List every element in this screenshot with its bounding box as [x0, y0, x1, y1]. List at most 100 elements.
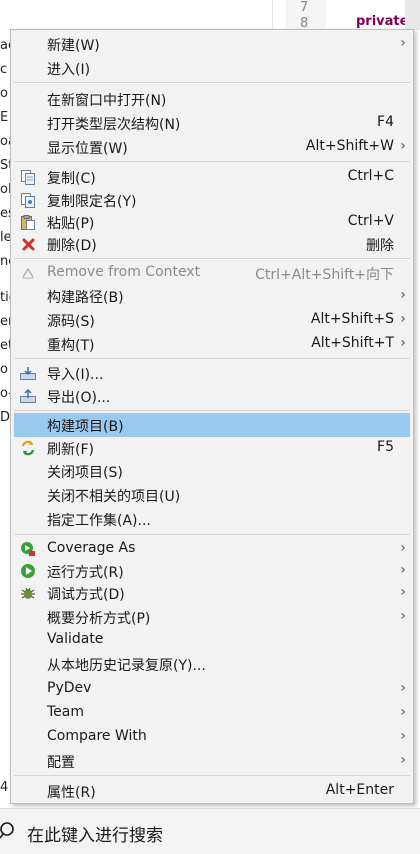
menu-item-label: Coverage As — [47, 540, 136, 556]
submenu-arrow-icon: › — [400, 562, 406, 578]
debug-icon — [20, 585, 36, 601]
submenu-arrow-icon: › — [400, 704, 406, 720]
submenu-arrow-icon: › — [400, 584, 406, 600]
menu-item-label: 属性(R) — [47, 785, 96, 801]
line-number: 7 — [300, 0, 309, 15]
paste-icon — [20, 214, 36, 230]
run-icon — [20, 563, 36, 579]
menu-item-label: 关闭项目(S) — [47, 465, 123, 481]
submenu-arrow-icon: › — [400, 311, 406, 327]
menu-item-go-into[interactable]: 进入(I) — [14, 56, 410, 80]
menu-item-team[interactable]: Team › — [14, 701, 410, 725]
menu-item-label: 指定工作集(A)... — [47, 513, 151, 529]
submenu-arrow-icon: › — [400, 608, 406, 624]
menu-item-label: 刷新(F) — [47, 442, 94, 458]
menu-item-pydev[interactable]: PyDev › — [14, 677, 410, 701]
menu-item-open-in-new-window[interactable]: 在新窗口中打开(N) — [14, 87, 410, 111]
submenu-arrow-icon: › — [400, 138, 406, 154]
menu-item-label: 重构(T) — [47, 338, 95, 354]
submenu-arrow-icon: › — [400, 287, 406, 303]
context-menu: 新建(W) › 进入(I) 在新窗口中打开(N) 打开类型层次结构(N) F4 … — [10, 29, 414, 804]
menu-item-shortcut: Alt+Enter — [325, 782, 394, 798]
menu-item-label: 概要分析方式(P) — [47, 611, 151, 627]
taskbar-search-box[interactable]: 在此键入进行搜索 — [0, 808, 420, 854]
menu-item-label: 导出(O)... — [47, 390, 111, 406]
menu-separator — [14, 358, 410, 359]
menu-separator — [14, 410, 410, 411]
menu-item-close-project[interactable]: 关闭项目(S) — [14, 459, 410, 483]
menu-item-open-type-hierarchy[interactable]: 打开类型层次结构(N) F4 — [14, 111, 410, 135]
menu-item-shortcut: Ctrl+C — [347, 168, 394, 184]
menu-item-coverage-as[interactable]: Coverage As › — [14, 537, 410, 561]
menu-item-remove-from-context: Remove from Context Ctrl+Alt+Shift+向下 — [14, 261, 410, 285]
menu-item-delete[interactable]: 删除(D) 删除 — [14, 232, 410, 256]
menu-item-label: PyDev — [47, 680, 92, 696]
menu-item-label: 新建(W) — [47, 38, 100, 54]
menu-separator — [14, 258, 410, 259]
menu-item-label: Compare With — [47, 728, 147, 744]
status-fragment: 4 — [0, 780, 9, 795]
menu-item-new[interactable]: 新建(W) › — [14, 32, 410, 56]
menu-item-label: 构建项目(B) — [47, 419, 124, 435]
menu-item-source[interactable]: 源码(S) Alt+Shift+S › — [14, 308, 410, 332]
menu-item-label: 显示位置(W) — [47, 141, 128, 157]
menu-item-import[interactable]: 导入(I)... — [14, 361, 410, 385]
menu-item-close-unrelated-projects[interactable]: 关闭不相关的项目(U) — [14, 483, 410, 507]
menu-item-shortcut: F5 — [377, 439, 394, 455]
menu-item-label: 源码(S) — [47, 314, 95, 330]
menu-item-refactor[interactable]: 重构(T) Alt+Shift+T › — [14, 332, 410, 356]
menu-item-run-as[interactable]: 运行方式(R) › — [14, 559, 410, 583]
menu-item-label: Validate — [47, 631, 104, 647]
menu-item-restore-from-local-history[interactable]: 从本地历史记录复原(Y)... — [14, 652, 410, 676]
menu-item-refresh[interactable]: 刷新(F) F5 — [14, 436, 410, 460]
menu-separator — [14, 775, 410, 776]
menu-item-profile-as[interactable]: 概要分析方式(P) › — [14, 605, 410, 629]
submenu-arrow-icon: › — [400, 35, 406, 51]
menu-item-shortcut: Ctrl+Alt+Shift+向下 — [255, 267, 394, 283]
menu-item-label: 导入(I)... — [47, 367, 104, 383]
menu-item-shortcut: 删除 — [366, 238, 394, 254]
menu-item-label: 复制限定名(Y) — [47, 194, 137, 210]
menu-item-debug-as[interactable]: 调试方式(D) › — [14, 581, 410, 605]
menu-item-properties[interactable]: 属性(R) Alt+Enter — [14, 779, 410, 803]
menu-item-compare-with[interactable]: Compare With › — [14, 725, 410, 749]
menu-item-shortcut: Alt+Shift+W — [305, 138, 394, 154]
refresh-icon — [20, 440, 36, 456]
copy-icon — [20, 169, 36, 185]
menu-item-build-project[interactable]: 构建项目(B) — [14, 413, 410, 437]
menu-item-label: 在新窗口中打开(N) — [47, 93, 167, 109]
menu-item-show-in[interactable]: 显示位置(W) Alt+Shift+W › — [14, 135, 410, 159]
menu-item-label: 调试方式(D) — [47, 587, 125, 603]
menu-item-label: 进入(I) — [47, 62, 91, 78]
submenu-arrow-icon: › — [400, 335, 406, 351]
editor-edge — [414, 30, 420, 810]
menu-separator — [14, 82, 410, 83]
menu-item-build-path[interactable]: 构建路径(B) › — [14, 284, 410, 308]
menu-separator — [14, 161, 410, 162]
editor-scrollbar[interactable] — [405, 0, 420, 30]
submenu-arrow-icon: › — [400, 680, 406, 696]
menu-item-validate[interactable]: Validate — [14, 628, 410, 652]
menu-item-shortcut: F4 — [377, 114, 394, 130]
menu-item-label: Team — [47, 704, 85, 720]
code-keyword: private — [356, 14, 409, 29]
menu-item-shortcut: Ctrl+V — [347, 213, 394, 229]
search-icon — [0, 821, 18, 841]
editor-gutter: 7 8 — [286, 0, 326, 31]
menu-item-copy-qualified-name[interactable]: 复制限定名(Y) — [14, 188, 410, 212]
menu-item-assign-working-sets[interactable]: 指定工作集(A)... — [14, 507, 410, 531]
menu-item-paste[interactable]: 粘贴(P) Ctrl+V — [14, 210, 410, 234]
submenu-arrow-icon: › — [400, 540, 406, 556]
menu-item-copy[interactable]: 复制(C) Ctrl+C — [14, 165, 410, 189]
submenu-arrow-icon: › — [400, 752, 406, 768]
menu-item-label: 构建路径(B) — [47, 290, 124, 306]
menu-item-label: 运行方式(R) — [47, 565, 124, 581]
menu-item-label: 关闭不相关的项目(U) — [47, 489, 181, 505]
menu-item-configure[interactable]: 配置 › — [14, 749, 410, 773]
menu-item-export[interactable]: 导出(O)... — [14, 384, 410, 408]
import-icon — [20, 365, 36, 381]
menu-item-label: 打开类型层次结构(N) — [47, 117, 181, 133]
submenu-arrow-icon: › — [400, 728, 406, 744]
menu-separator — [14, 534, 410, 535]
menu-item-shortcut: Alt+Shift+S — [310, 311, 394, 327]
